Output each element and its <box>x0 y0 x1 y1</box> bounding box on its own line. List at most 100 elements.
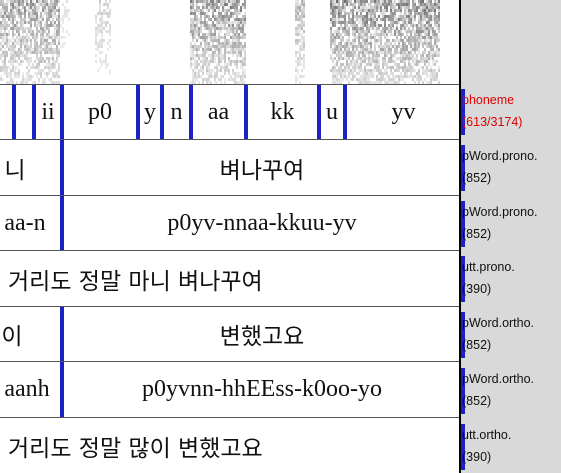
phoneme-interval[interactable]: yv <box>347 85 460 139</box>
annotation-tiers[interactable]: ii p0 y n aa kk u yv 니 벼나꾸여 aa-n p0yv-nn… <box>0 84 460 473</box>
spectrogram-cell <box>36 0 38 3</box>
phoneme-interval[interactable]: aa <box>193 85 244 139</box>
pword-interval[interactable]: 이 <box>0 307 34 361</box>
spectrogram-cell <box>430 78 432 81</box>
spectrogram-cell <box>54 9 56 12</box>
spectrogram-cell <box>242 3 244 6</box>
spectrogram-cell <box>372 15 374 18</box>
spectrogram-cell <box>422 42 424 45</box>
spectrogram-cell <box>426 33 428 36</box>
tier-utt-ortho[interactable]: 거리도 정말 많이 변했고요 <box>0 417 460 473</box>
spectrogram-cell <box>0 69 2 72</box>
phoneme-interval[interactable]: kk <box>248 85 317 139</box>
pword-interval[interactable]: 니 <box>0 140 44 195</box>
tier-pword-ortho-roman[interactable]: aanh p0yvnn-hhEEss-k0oo-yo <box>0 361 460 417</box>
spectrogram-cell <box>418 3 420 6</box>
spectrogram-cell <box>368 78 370 81</box>
spectrogram-cell <box>42 0 44 3</box>
spectrogram-cell <box>208 75 210 78</box>
spectrogram-cell <box>384 51 386 54</box>
spectrogram-cell <box>206 69 208 72</box>
spectrogram-cell <box>234 51 236 54</box>
spectrogram-cell <box>198 54 200 57</box>
spectrogram-cell <box>38 66 40 69</box>
spectrogram-cell <box>46 6 48 9</box>
pword-interval[interactable]: aanh <box>0 362 58 417</box>
phoneme-interval[interactable] <box>16 85 32 139</box>
spectrogram-cell <box>46 15 48 18</box>
tier-count: (852) <box>462 338 492 352</box>
pword-interval[interactable]: 벼나꾸여 <box>64 140 460 195</box>
utterance-interval[interactable]: 거리도 정말 많이 변했고요 <box>0 418 348 473</box>
spectrogram-cell <box>194 12 196 15</box>
spectrogram-cell <box>398 78 400 81</box>
tier-utt-prono[interactable]: 거리도 정말 마니 벼나꾸여 <box>0 250 460 306</box>
spectrogram-cell <box>362 75 364 78</box>
spectrogram-cell <box>22 24 24 27</box>
spectrogram-cell <box>196 51 198 54</box>
spectrogram-cell <box>214 30 216 33</box>
spectrogram-cell <box>234 27 236 30</box>
spectrogram-cell <box>396 36 398 39</box>
spectrogram-cell <box>26 51 28 54</box>
spectrogram-cell <box>386 3 388 6</box>
spectrogram-cell <box>216 6 218 9</box>
tier-label-pword-prono-hangul[interactable]: pWord.prono. (852) <box>462 145 538 189</box>
spectrogram-cell <box>226 18 228 21</box>
tier-phoneme[interactable]: ii p0 y n aa kk u yv <box>0 84 460 139</box>
tier-label-pword-ortho-roman[interactable]: pWord.ortho. (852) <box>462 368 534 412</box>
pword-interval[interactable]: 변했고요 <box>64 307 460 361</box>
spectrogram-cell <box>420 18 422 21</box>
spectrogram-cell <box>32 48 34 51</box>
spectrogram-cell <box>24 15 26 18</box>
tier-label-phoneme[interactable]: phoneme (613/3174) <box>462 89 522 133</box>
spectrogram-cell <box>99 45 101 48</box>
spectrogram-cell <box>348 72 350 75</box>
phoneme-interval[interactable]: u <box>321 85 343 139</box>
tier-label-pword-prono-roman[interactable]: pWord.prono. (852) <box>462 201 538 245</box>
phoneme-interval[interactable]: y <box>140 85 160 139</box>
spectrogram-cell <box>346 75 348 78</box>
spectrogram-cell <box>32 3 34 6</box>
spectrogram-cell <box>418 42 420 45</box>
spectrogram-cell <box>410 30 412 33</box>
spectrogram-cell <box>303 24 305 27</box>
spectrogram-cell <box>340 12 342 15</box>
phoneme-interval[interactable]: p0 <box>64 85 136 139</box>
spectrogram-cell <box>198 33 200 36</box>
spectrogram-cell <box>366 18 368 21</box>
utterance-interval[interactable]: 거리도 정말 마니 벼나꾸여 <box>0 251 348 306</box>
spectrogram-cell <box>48 12 50 15</box>
spectrogram-cell <box>346 78 348 81</box>
tier-pword-prono-hangul[interactable]: 니 벼나꾸여 <box>0 139 460 195</box>
spectrogram-cell <box>342 18 344 21</box>
spectrogram-cell <box>432 15 434 18</box>
spectrogram-cell <box>412 30 414 33</box>
spectrogram-cell <box>416 39 418 42</box>
spectrogram-cell <box>48 48 50 51</box>
tier-label-utt-ortho[interactable]: utt.ortho. (390) <box>462 424 511 468</box>
spectrogram-cell <box>208 24 210 27</box>
tier-label-pword-ortho-hangul[interactable]: pWord.ortho. (852) <box>462 312 534 356</box>
spectrogram-cell <box>214 36 216 39</box>
pword-interval[interactable]: p0yvnn-hhEEss-k0oo-yo <box>64 362 460 417</box>
phoneme-interval[interactable]: n <box>164 85 189 139</box>
spectrogram[interactable] <box>0 0 460 84</box>
pword-interval[interactable]: p0yv-nnaa-kkuu-yv <box>64 196 460 250</box>
phoneme-interval[interactable] <box>0 85 12 139</box>
spectrogram-cell <box>30 57 32 60</box>
spectrogram-cell <box>336 72 338 75</box>
spectrogram-cell <box>342 21 344 24</box>
tier-pword-prono-roman[interactable]: aa-n p0yv-nnaa-kkuu-yv <box>0 195 460 250</box>
spectrogram-cell <box>386 54 388 57</box>
pword-interval[interactable]: aa-n <box>0 196 54 250</box>
spectrogram-cell <box>12 69 14 72</box>
spectrogram-cell <box>194 78 196 81</box>
tier-label-utt-prono[interactable]: utt.prono. (390) <box>462 256 515 300</box>
spectrogram-cell <box>50 69 52 72</box>
spectrogram-cell <box>18 15 20 18</box>
phoneme-interval[interactable]: ii <box>36 85 60 139</box>
spectrogram-cell <box>380 33 382 36</box>
tier-pword-ortho-hangul[interactable]: 이 변했고요 <box>0 306 460 361</box>
spectrogram-cell <box>334 78 336 81</box>
